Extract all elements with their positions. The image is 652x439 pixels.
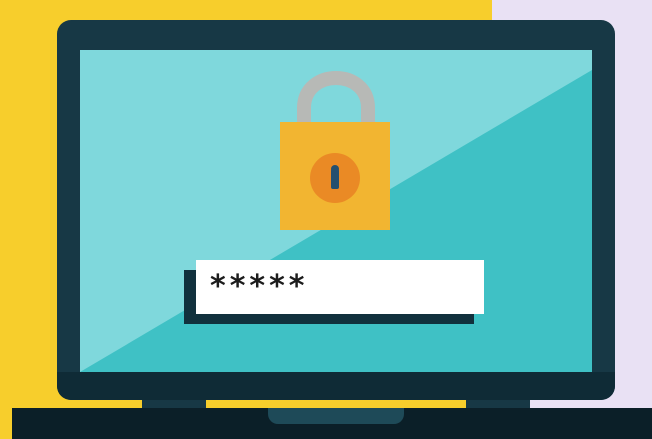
password-field: ***** xyxy=(196,260,484,314)
lock-icon xyxy=(280,71,390,230)
laptop-security-illustration: ***** xyxy=(0,0,652,439)
